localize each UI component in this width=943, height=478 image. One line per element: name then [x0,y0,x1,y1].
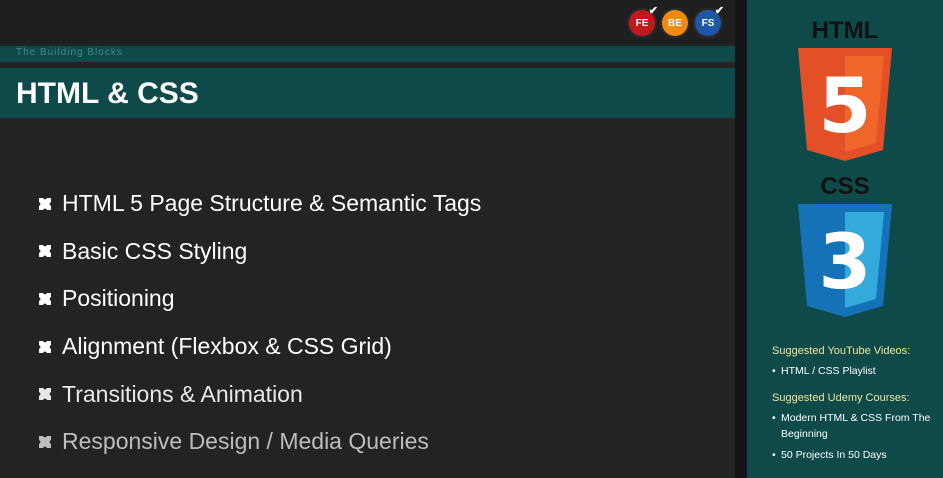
udemy-heading: Suggested Udemy Courses: [772,392,910,404]
check-icon: ✔ [714,5,724,17]
bullet-icon: • [772,449,776,461]
html5-logo-text: HTML [812,17,879,44]
section-subtitle: The Building Blocks [16,47,123,58]
check-icon: ✔ [648,5,658,17]
slide-main: FE ✔ BE FS ✔ The Building Blocks HTML & … [0,0,735,478]
resources-sidebar: HTML 5 CSS 3 Suggested YouTube Videos: •… [747,0,943,478]
topic-label: HTML 5 Page Structure & Semantic Tags [62,190,482,217]
suggested-resources: Suggested YouTube Videos: • HTML / CSS P… [772,345,940,463]
track-badges: FE ✔ BE FS ✔ [629,5,724,36]
frontend-badge: FE ✔ [629,5,658,36]
topic-label: Transitions & Animation [62,380,303,407]
link-label: Modern HTML & CSS From The Beginning [781,412,931,440]
topic-item: Alignment (Flexbox & CSS Grid) [36,323,481,371]
section-title: HTML & CSS [16,77,199,110]
badge-label: FS [701,17,715,29]
link-label: 50 Projects In 50 Days [781,449,887,461]
top-bar: FE ✔ BE FS ✔ [0,0,735,44]
bullet-icon: • [772,365,776,377]
css3-logo-text: CSS [820,173,869,200]
puzzle-bullet-icon [39,388,51,401]
topic-item: Basic CSS Styling [36,228,481,276]
topic-label: Basic CSS Styling [62,237,248,264]
puzzle-bullet-icon [39,197,51,210]
puzzle-bullet-icon [39,340,51,353]
title-band: HTML & CSS [0,68,735,118]
topic-label: Alignment (Flexbox & CSS Grid) [62,333,392,360]
topic-item: Transitions & Animation [36,370,481,418]
topic-item: Positioning [36,275,481,323]
udemy-link-modern-html-css[interactable]: • Modern HTML & CSS From The Beginning [772,410,940,442]
html5-number: 5 [819,61,872,150]
css3-logo: CSS 3 [798,173,892,317]
puzzle-bullet-icon [39,245,51,258]
badge-label: BE [668,17,682,29]
backend-badge: BE [662,10,688,36]
panel-divider [735,0,747,478]
puzzle-bullet-icon [39,292,51,305]
topic-label: Positioning [62,285,175,312]
udemy-link-50-projects[interactable]: • 50 Projects In 50 Days [772,447,940,463]
css3-number: 3 [819,217,872,306]
youtube-heading: Suggested YouTube Videos: [772,345,911,357]
subtitle-band: The Building Blocks [0,46,735,62]
topic-list: HTML 5 Page Structure & Semantic Tags Bas… [36,180,481,466]
fullstack-badge: FS ✔ [695,5,724,36]
badge-label: FE [635,17,649,29]
topic-label: Responsive Design / Media Queries [62,428,429,455]
link-label: HTML / CSS Playlist [781,365,876,377]
puzzle-bullet-icon [39,435,51,448]
topic-item: Responsive Design / Media Queries [36,418,481,466]
bullet-icon: • [772,412,776,424]
html5-logo: HTML 5 [798,17,892,161]
topic-item: HTML 5 Page Structure & Semantic Tags [36,180,481,228]
youtube-link-html-css-playlist[interactable]: • HTML / CSS Playlist [772,363,940,379]
